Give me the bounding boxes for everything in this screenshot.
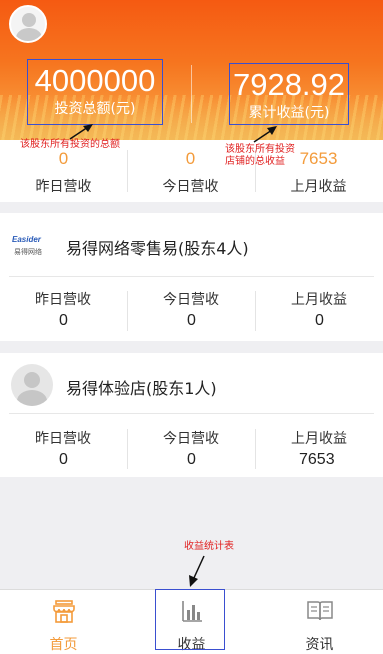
tab-annotation: 收益统计表 — [184, 541, 234, 552]
header-divider — [191, 65, 192, 123]
arrow-icon — [253, 126, 277, 143]
tab-income[interactable]: 收益 — [128, 590, 255, 654]
summary-today-label: 今日营收 — [162, 179, 219, 195]
card-divider — [9, 413, 374, 414]
today-label: 今日营收 — [163, 431, 219, 447]
storefront-icon — [52, 600, 75, 623]
tab-home-label: 首页 — [49, 637, 78, 653]
last-month-value: 7653 — [299, 451, 335, 468]
shop-name: 易得体验店(股东1人) — [66, 379, 217, 398]
summary-yesterday-value: 0 — [58, 149, 69, 168]
last-month-label: 上月收益 — [291, 292, 347, 308]
tab-home[interactable]: 首页 — [0, 590, 127, 654]
total-investment-value: 4000000 — [34, 63, 156, 98]
cumulative-income-label: 累计收益(元) — [248, 105, 330, 121]
card-col-divider — [255, 291, 256, 331]
logo-subtext: 易得网络 — [14, 248, 42, 256]
shop-logo: Easider 易得网络 — [10, 229, 56, 263]
card-col-divider — [127, 429, 128, 469]
tab-income-label: 收益 — [177, 637, 206, 653]
yesterday-label: 昨日营收 — [35, 292, 91, 308]
card-divider — [9, 276, 374, 277]
today-label: 今日营收 — [163, 292, 219, 308]
shop-name: 易得网络零售易(股东4人) — [66, 239, 249, 258]
summary-yesterday-label: 昨日营收 — [35, 179, 92, 195]
tab-news-label: 资讯 — [305, 637, 334, 653]
summary-last-month-label: 上月收益 — [290, 179, 347, 195]
header-banner: 4000000 投资总额(元) 7928.92 累计收益(元) — [0, 0, 383, 140]
arrow-icon — [189, 555, 205, 587]
logo-text: Easider — [12, 235, 41, 244]
book-icon — [306, 601, 333, 621]
tab-news[interactable]: 资讯 — [256, 590, 383, 654]
yesterday-label: 昨日营收 — [35, 431, 91, 447]
income-annotation: 该股东所有投资 店铺的总收益 — [225, 144, 295, 168]
yesterday-value: 0 — [59, 312, 68, 329]
today-value: 0 — [187, 451, 196, 468]
arrow-icon — [69, 124, 93, 140]
cumulative-income-value: 7928.92 — [232, 67, 346, 102]
shop-card[interactable]: 易得体验店(股东1人) 昨日营收 0 今日营收 0 上月收益 7653 — [0, 353, 383, 477]
card-col-divider — [127, 291, 128, 331]
last-month-value: 0 — [315, 312, 324, 329]
card-col-divider — [255, 429, 256, 469]
yesterday-value: 0 — [59, 451, 68, 468]
bar-chart-icon — [181, 601, 202, 622]
user-avatar[interactable] — [9, 5, 47, 43]
today-value: 0 — [187, 312, 196, 329]
shop-card[interactable]: Easider 易得网络 易得网络零售易(股东4人) 昨日营收 0 今日营收 0… — [0, 213, 383, 341]
income-annotation-line2: 店铺的总收益 — [225, 156, 285, 167]
total-investment-block: 4000000 投资总额(元) — [27, 59, 163, 125]
total-investment-label: 投资总额(元) — [54, 101, 136, 117]
cumulative-income-block: 7928.92 累计收益(元) — [229, 63, 349, 125]
bottom-tab-bar: 首页 收益 资讯 — [0, 589, 383, 654]
last-month-label: 上月收益 — [291, 431, 347, 447]
shop-avatar — [11, 364, 53, 406]
